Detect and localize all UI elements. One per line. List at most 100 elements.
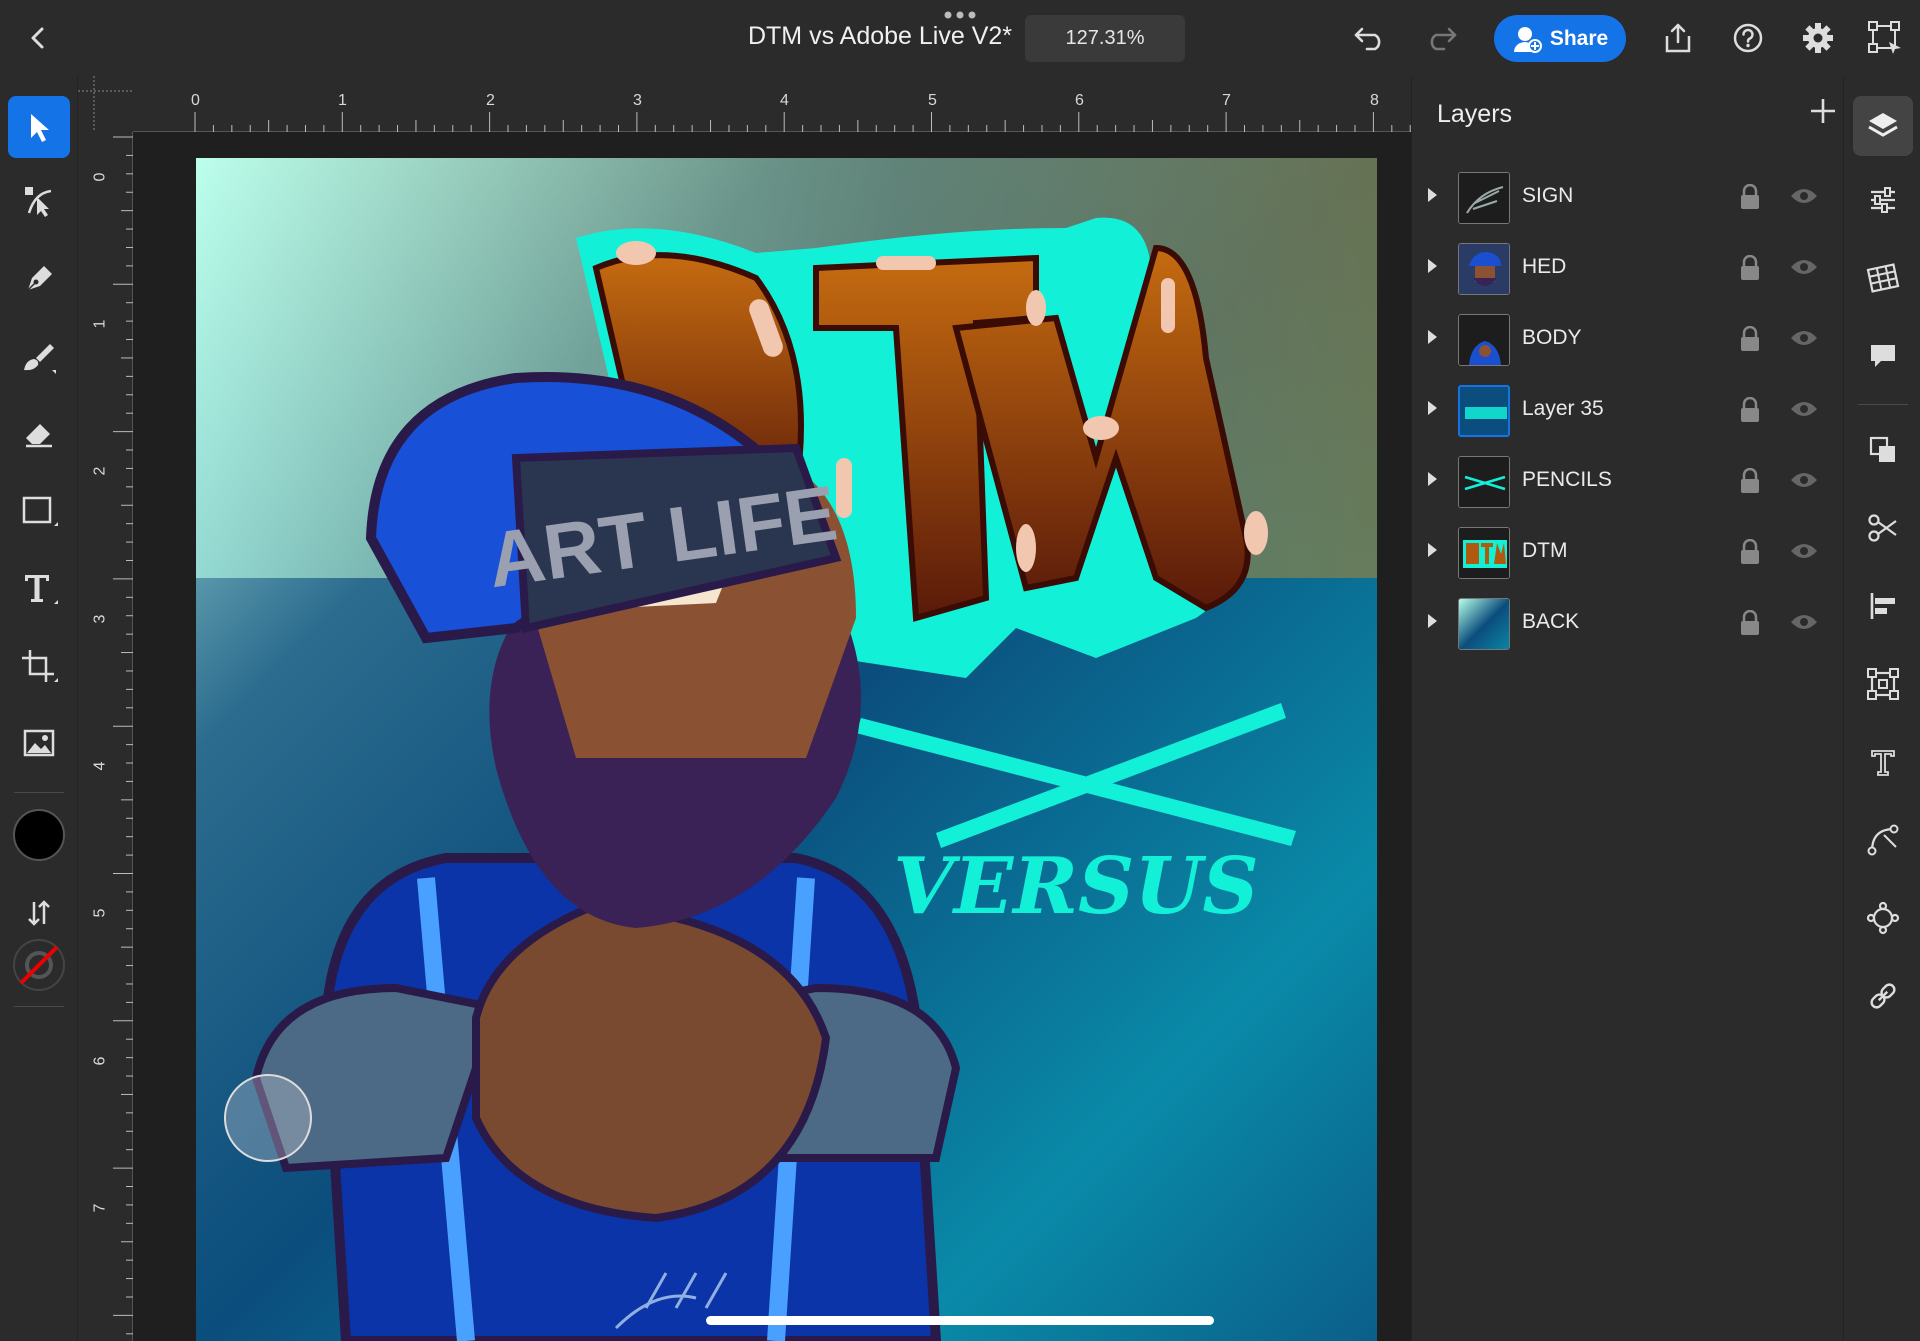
lock-icon[interactable] xyxy=(1739,539,1761,565)
expand-caret-icon[interactable] xyxy=(1428,401,1437,415)
layer-name[interactable]: HED xyxy=(1522,255,1566,279)
versus-text: VERSUS xyxy=(893,841,1258,932)
more-options-icon[interactable] xyxy=(940,10,980,20)
stroke-color-swatch[interactable] xyxy=(8,934,70,996)
layer-row-layer-35[interactable]: Layer 35 xyxy=(1412,375,1844,445)
layers-panel-button[interactable] xyxy=(1853,96,1913,156)
character-styles-button[interactable] xyxy=(1853,732,1913,792)
ruler-h-label: 1 xyxy=(338,92,347,109)
swatches-panel-button[interactable] xyxy=(1853,248,1913,308)
plugins-button[interactable] xyxy=(1853,888,1913,948)
layer-name[interactable]: PENCILS xyxy=(1522,468,1612,492)
layer-row-dtm[interactable]: DTM xyxy=(1412,517,1844,587)
pen-nib-icon xyxy=(27,266,52,291)
fill-color-swatch[interactable] xyxy=(8,804,70,866)
eye-icon[interactable] xyxy=(1789,186,1819,206)
align-button[interactable] xyxy=(1853,576,1913,636)
shape-tool[interactable] xyxy=(8,480,70,542)
layer-name[interactable]: Layer 35 xyxy=(1522,397,1604,421)
layer-row-hed[interactable]: HED xyxy=(1412,233,1844,303)
arrange-button[interactable] xyxy=(1853,420,1913,480)
tools-sidebar xyxy=(0,76,78,1341)
properties-panel-button[interactable] xyxy=(1853,170,1913,230)
eye-icon[interactable] xyxy=(1789,399,1819,419)
canvas-area[interactable]: 0 1 2 3 4 5 6 7 8 0 1 2 3 4 5 6 7 VERSUS… xyxy=(78,76,1411,1341)
expand-caret-icon[interactable] xyxy=(1428,188,1437,202)
crop-icon xyxy=(22,650,58,682)
crop-tool[interactable] xyxy=(8,636,70,698)
expand-caret-icon[interactable] xyxy=(1428,259,1437,273)
artboard[interactable]: VERSUS ART LIFE xyxy=(196,158,1377,1341)
layer-thumbnail xyxy=(1458,598,1510,650)
ruler-v-label: 3 xyxy=(91,614,109,624)
rectangle-icon xyxy=(22,496,58,526)
layer-name[interactable]: SIGN xyxy=(1522,184,1573,208)
layer-row-pencils[interactable]: PENCILS xyxy=(1412,446,1844,516)
layers-panel: Layers SIGN HED BODY Layer 35 PENCILS DT… xyxy=(1411,76,1843,1341)
eye-icon[interactable] xyxy=(1789,470,1819,490)
lock-icon[interactable] xyxy=(1739,610,1761,636)
brush-tool[interactable] xyxy=(8,326,70,388)
eye-icon[interactable] xyxy=(1789,328,1819,348)
pen-tool[interactable] xyxy=(8,248,70,310)
lock-icon[interactable] xyxy=(1739,255,1761,281)
touch-indicator xyxy=(224,1074,312,1162)
transform-bounds-icon[interactable] xyxy=(1865,18,1905,58)
undo-icon[interactable] xyxy=(1350,18,1390,58)
expand-caret-icon[interactable] xyxy=(1428,543,1437,557)
place-image-tool[interactable] xyxy=(8,712,70,774)
layer-row-back[interactable]: BACK xyxy=(1412,588,1844,658)
swap-arrows-icon xyxy=(28,900,50,926)
layer-name[interactable]: BACK xyxy=(1522,610,1579,634)
path-button[interactable] xyxy=(1853,810,1913,870)
bezier-path-icon xyxy=(1867,824,1899,856)
node-select-icon xyxy=(25,187,52,217)
text-style-icon xyxy=(1871,750,1895,776)
lock-icon[interactable] xyxy=(1739,397,1761,423)
vertical-ruler[interactable]: 0 1 2 3 4 5 6 7 xyxy=(78,132,133,1341)
share-button[interactable]: Share xyxy=(1494,15,1626,62)
layer-thumbnail xyxy=(1458,243,1510,295)
eraser-tool[interactable] xyxy=(8,402,70,464)
layer-row-body[interactable]: BODY xyxy=(1412,304,1844,374)
add-layer-icon[interactable] xyxy=(1808,96,1838,126)
document-title[interactable]: DTM vs Adobe Live V2* xyxy=(730,22,1030,51)
direct-select-tool[interactable] xyxy=(8,170,70,232)
ruler-h-label: 0 xyxy=(191,92,200,109)
plugins-gear-icon xyxy=(1866,901,1900,935)
expand-caret-icon[interactable] xyxy=(1428,472,1437,486)
layer-row-sign[interactable]: SIGN xyxy=(1412,162,1844,232)
type-tool[interactable] xyxy=(8,558,70,620)
lock-icon[interactable] xyxy=(1739,326,1761,352)
export-icon[interactable] xyxy=(1658,18,1698,58)
horizontal-ruler[interactable]: 0 1 2 3 4 5 6 7 8 xyxy=(133,76,1411,132)
expand-caret-icon[interactable] xyxy=(1428,330,1437,344)
fill-color-circle xyxy=(13,809,65,861)
layer-thumbnail xyxy=(1458,385,1510,437)
eye-icon[interactable] xyxy=(1789,541,1819,561)
eye-icon[interactable] xyxy=(1789,612,1819,632)
transform-button[interactable] xyxy=(1853,654,1913,714)
layer-name[interactable]: DTM xyxy=(1522,539,1568,563)
ruler-v-label: 4 xyxy=(91,761,109,771)
ruler-corner[interactable] xyxy=(78,76,133,132)
links-button[interactable] xyxy=(1853,966,1913,1026)
pathfinder-button[interactable] xyxy=(1853,498,1913,558)
settings-gear-icon[interactable] xyxy=(1798,18,1838,58)
layer-name[interactable]: BODY xyxy=(1522,326,1582,350)
align-left-icon xyxy=(1870,593,1895,619)
back-icon[interactable] xyxy=(22,22,54,54)
eye-icon[interactable] xyxy=(1789,257,1819,277)
image-icon xyxy=(23,729,55,757)
zoom-level[interactable]: 127.31% xyxy=(1025,15,1185,62)
select-tool[interactable] xyxy=(8,96,70,158)
home-indicator[interactable] xyxy=(706,1316,1214,1325)
lock-icon[interactable] xyxy=(1739,468,1761,494)
sliders-icon xyxy=(1871,187,1895,213)
lock-icon[interactable] xyxy=(1739,184,1761,210)
comments-panel-button[interactable] xyxy=(1853,326,1913,386)
ruler-h-label: 3 xyxy=(633,92,642,109)
redo-icon[interactable] xyxy=(1421,18,1461,58)
help-icon[interactable] xyxy=(1728,18,1768,58)
expand-caret-icon[interactable] xyxy=(1428,614,1437,628)
